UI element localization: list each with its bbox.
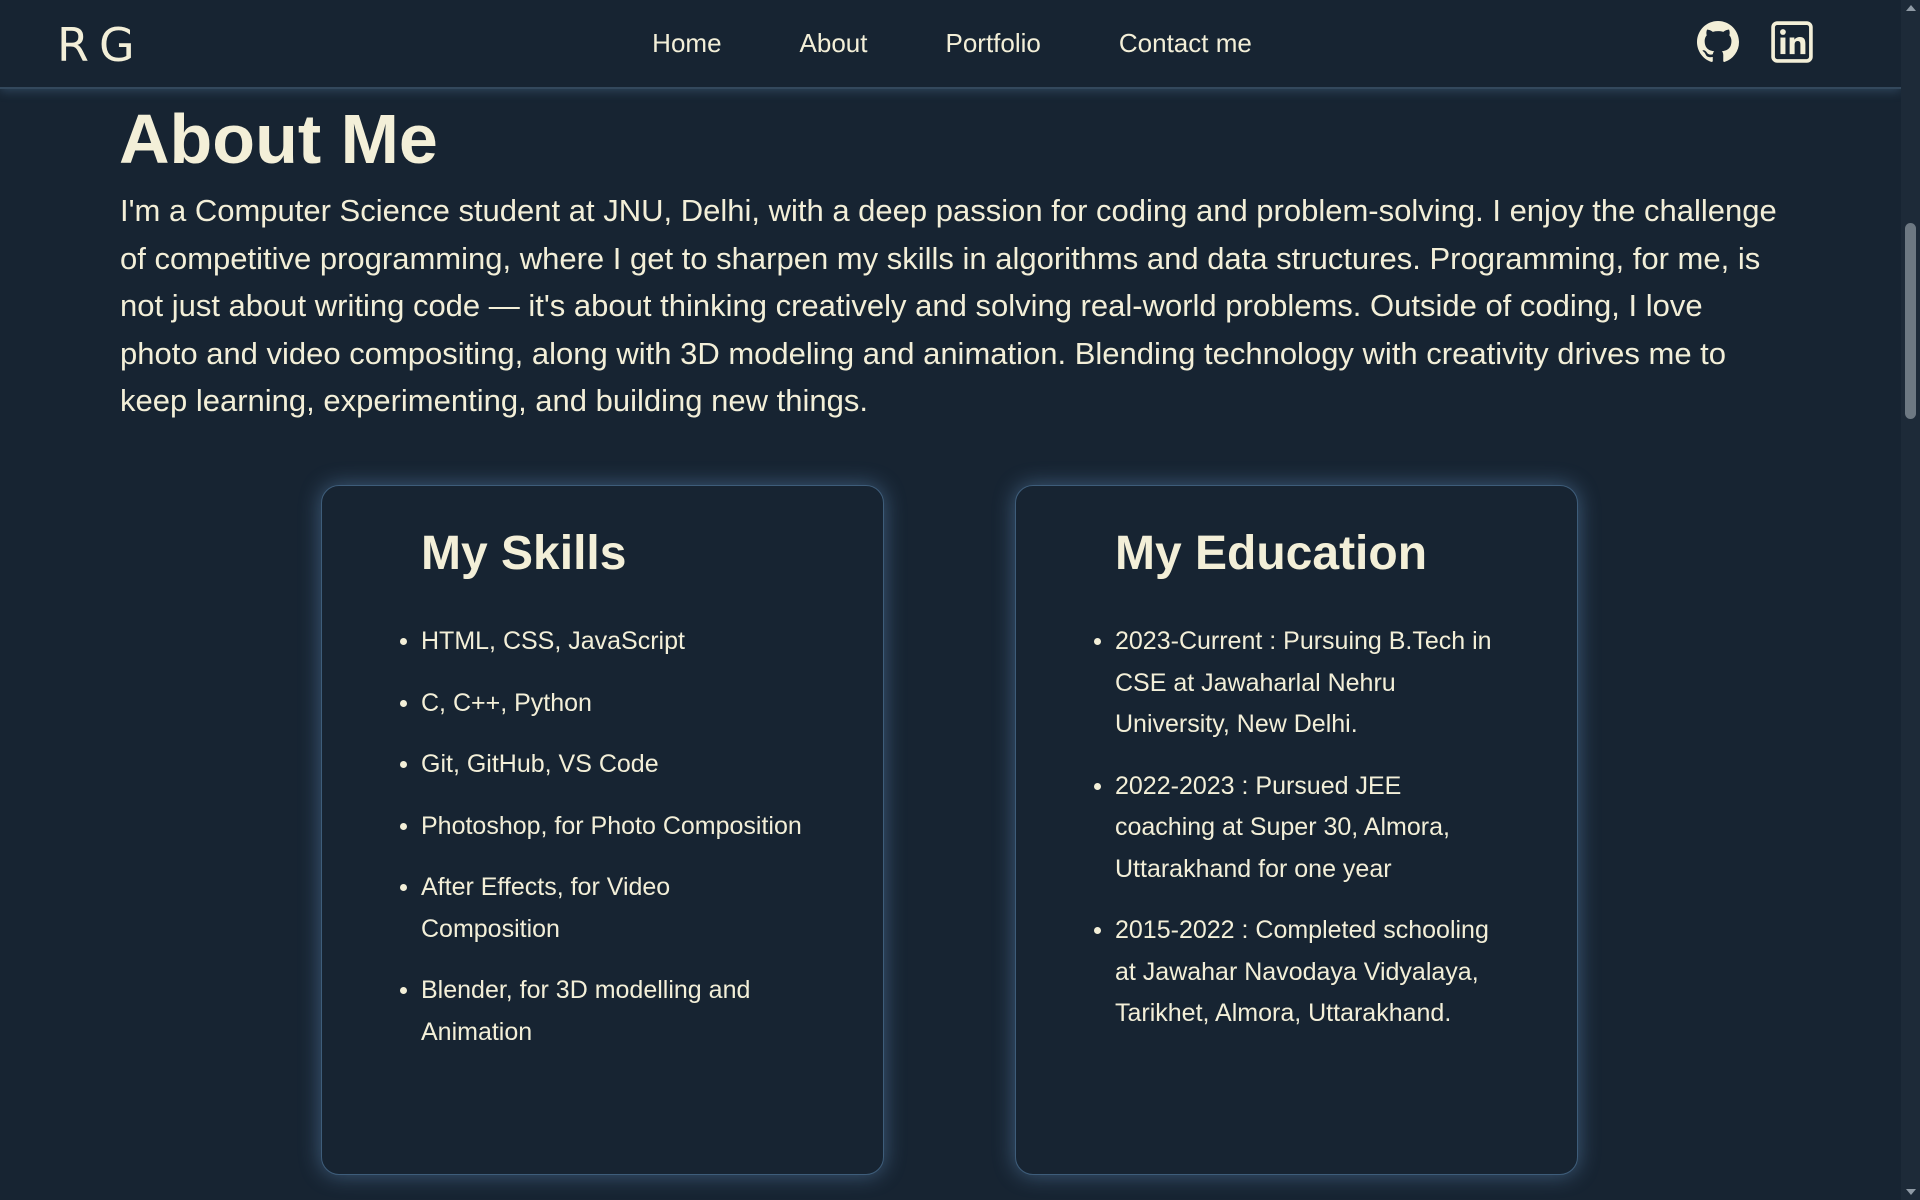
education-card: My Education 2023-Current : Pursuing B.T…: [1015, 485, 1578, 1175]
scrollbar-thumb[interactable]: [1905, 223, 1916, 419]
about-description: I'm a Computer Science student at JNU, D…: [120, 193, 1777, 418]
scroll-down-arrow-icon[interactable]: [1906, 1189, 1916, 1195]
page-scrollbar[interactable]: [1901, 0, 1920, 1200]
skills-card: My Skills HTML, CSS, JavaScript C, C++, …: [321, 485, 884, 1175]
skill-item: Git, GitHub, VS Code: [400, 744, 811, 786]
nav-about-link[interactable]: About: [800, 28, 868, 59]
skill-item: Photoshop, for Photo Composition: [400, 806, 811, 848]
skill-item: HTML, CSS, JavaScript: [400, 621, 811, 663]
main-nav: Home About Portfolio Contact me: [0, 0, 1901, 87]
skills-title: My Skills: [421, 527, 627, 580]
skill-item: After Effects, for Video Composition: [400, 867, 811, 950]
site-header: RG Home About Portfolio Contact me: [0, 0, 1901, 89]
social-links: [1697, 21, 1813, 63]
nav-home-link[interactable]: Home: [652, 28, 721, 59]
linkedin-icon[interactable]: [1771, 21, 1813, 63]
education-title: My Education: [1115, 527, 1428, 580]
skill-item: C, C++, Python: [400, 683, 811, 725]
scroll-up-arrow-icon[interactable]: [1906, 5, 1916, 11]
page: RG Home About Portfolio Contact me About…: [0, 0, 1901, 1200]
education-item: 2015-2022 : Completed schooling at Jawah…: [1094, 910, 1505, 1035]
education-item: 2023-Current : Pursuing B.Tech in CSE at…: [1094, 621, 1505, 746]
education-item: 2022-2023 : Pursued JEE coaching at Supe…: [1094, 766, 1505, 891]
education-list: 2023-Current : Pursuing B.Tech in CSE at…: [1094, 621, 1505, 1055]
github-icon[interactable]: [1697, 21, 1739, 63]
nav-portfolio-link[interactable]: Portfolio: [945, 28, 1040, 59]
about-title: About Me: [119, 100, 438, 178]
skills-list: HTML, CSS, JavaScript C, C++, Python Git…: [400, 621, 811, 1073]
skill-item: Blender, for 3D modelling and Animation: [400, 970, 811, 1053]
nav-contact-link[interactable]: Contact me: [1119, 28, 1252, 59]
